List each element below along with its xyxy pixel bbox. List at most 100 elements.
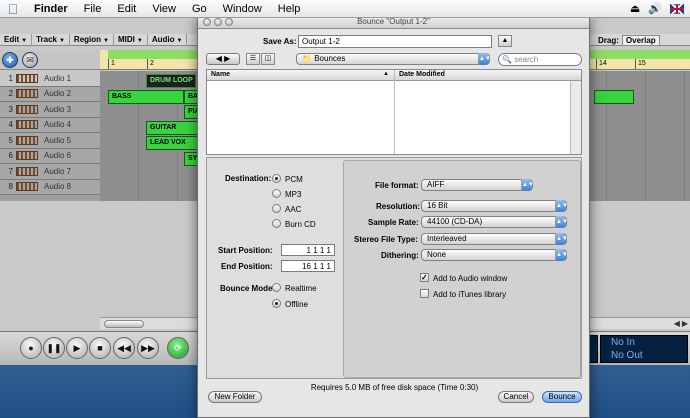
chevron-down-icon: ▲▼ [555,200,568,212]
destination-mp3-label: MP3 [285,190,302,199]
expand-collapse-icon[interactable]: ▲ [498,35,512,47]
column-header-name[interactable]: Name [211,71,230,78]
track-header[interactable]: 1 Audio 1 [0,71,100,87]
column-view-icon[interactable]: ◫ [261,53,275,65]
list-view-icon[interactable]: ☰ [246,53,260,65]
browser-vertical-scrollbar[interactable] [570,81,581,154]
drag-mode: Drag: Overlap [598,34,690,46]
add-to-itunes-checkbox[interactable] [420,289,429,298]
eject-icon[interactable]: ⏏ [630,2,640,15]
menu-view[interactable]: View [144,3,184,15]
add-to-audio-window-label: Add to Audio window [433,274,508,283]
local-menu-track-label: Track [36,34,57,44]
search-field[interactable]: 🔍 search [498,53,582,66]
track-header[interactable]: 2 Audio 2 [0,86,100,102]
start-position-field[interactable]: 1 1 1 1 [281,244,335,256]
destination-burn-cd-radio[interactable] [272,219,281,228]
file-format-label: File format: [375,181,419,190]
sample-rate-popup[interactable]: 44100 (CD-DA) ▲▼ [421,216,568,228]
end-position-field[interactable]: 16 1 1 1 [281,260,335,272]
menu-file[interactable]: File [76,3,110,15]
chevron-down-icon: ▲▼ [555,249,568,261]
format-settings-box: File format: AIFF ▲▼ Resolution: 16 Bit … [343,160,581,378]
destination-mp3-radio[interactable] [272,189,281,198]
bounce-mode-realtime-label: Realtime [285,284,317,293]
menu-finder[interactable]: Finder [26,3,76,15]
end-position-label: End Position: [221,262,273,271]
region-bass[interactable]: BASS [108,90,184,104]
menu-window[interactable]: Window [215,3,270,15]
destination-aac-label: AAC [285,205,302,214]
audio-track-icon [16,104,38,114]
add-to-audio-window-checkbox[interactable]: ✓ [420,273,429,282]
scroll-right-icon[interactable]: ▶ [682,319,688,328]
audio-track-icon [16,151,38,161]
track-header[interactable]: 5 Audio 5 [0,133,100,149]
back-forward-buttons[interactable]: ◀ ▶ [206,53,240,65]
input-language-flag-icon[interactable] [670,3,684,14]
location-popup[interactable]: 📁 Bounces ▲▼ [296,53,491,65]
file-browser[interactable]: Name ▲ Date Modified [206,69,582,156]
cancel-button[interactable]: Cancel [498,391,534,403]
apple-menu-icon[interactable]:  [0,1,26,17]
track-name: Audio 8 [44,182,72,192]
ruler-bar-15: 15 [635,59,646,69]
stereo-file-type-popup[interactable]: Interleaved ▲▼ [421,233,568,245]
resolution-label: Resolution: [376,202,420,211]
minimize-icon[interactable] [214,18,222,26]
track-header[interactable]: 8 Audio 8 [0,179,100,195]
region-drum-loop[interactable]: DRUM LOOP [146,74,196,88]
destination-pcm-radio[interactable] [272,174,281,183]
region-guitar[interactable]: GUITAR [146,121,204,135]
audio-track-icon [16,120,38,130]
bounce-dialog: Bounce "Output 1-2" Save As: Output 1-2 … [197,14,590,418]
file-format-value: AIFF [427,180,445,189]
resolution-popup[interactable]: 16 Bit ▲▼ [421,200,568,212]
volume-icon[interactable]: 🔊 [648,2,662,15]
destination-pcm-label: PCM [285,175,303,184]
menu-edit[interactable]: Edit [109,3,144,15]
track-number: 1 [8,73,13,83]
bounce-button[interactable]: Bounce [542,391,582,403]
audio-track-icon [16,89,38,99]
local-menu-region[interactable]: Region ▼ [70,33,114,46]
close-icon[interactable] [203,18,211,26]
local-menu-audio[interactable]: Audio ▼ [148,33,188,46]
menu-go[interactable]: Go [184,3,215,15]
bounce-mode-realtime-radio[interactable] [272,283,281,292]
track-number: 7 [8,166,13,176]
chevron-down-icon: ▲▼ [555,216,568,228]
track-name: Audio 4 [44,120,72,130]
local-menu-edit[interactable]: Edit ▼ [0,33,33,46]
region-bass-end[interactable] [594,90,634,104]
stereo-file-type-value: Interleaved [427,234,467,243]
scroll-left-icon[interactable]: ◀ [674,319,680,328]
destination-burn-cd-label: Burn CD [285,220,316,229]
column-header-date-modified[interactable]: Date Modified [399,71,445,78]
track-header[interactable]: 3 Audio 3 [0,102,100,118]
file-format-popup[interactable]: AIFF ▲▼ [421,179,534,191]
track-header[interactable]: 7 Audio 7 [0,164,100,180]
link-tool-icon[interactable]: ✉ [22,52,38,68]
bounce-mode-offline-radio[interactable] [272,299,281,308]
destination-aac-radio[interactable] [272,204,281,213]
bounce-mode-offline-label: Offline [285,300,308,309]
ruler-bar-14: 14 [596,59,607,69]
local-menu-midi-label: MIDI [117,34,135,44]
new-folder-button[interactable]: New Folder [208,391,262,403]
menu-help[interactable]: Help [270,3,309,15]
drag-mode-select[interactable]: Overlap [621,34,660,46]
dithering-popup[interactable]: None ▲▼ [421,249,568,261]
local-menu-midi[interactable]: MIDI ▼ [114,33,148,46]
track-header[interactable]: 4 Audio 4 [0,117,100,133]
pointer-tool-icon[interactable]: ✚ [2,52,18,68]
bounce-mode-label: Bounce Mode: [220,284,276,293]
zoom-icon[interactable] [225,18,233,26]
save-as-field[interactable]: Output 1-2 [298,35,492,48]
track-list: 1 Audio 1 2 Audio 2 3 Audio 3 4 Audio 4 5 Aud… [0,71,100,201]
sample-rate-value: 44100 (CD-DA) [427,217,483,226]
scrollbar-thumb[interactable] [104,320,144,328]
track-header[interactable]: 6 Audio 6 [0,148,100,164]
region-lead-vox[interactable]: LEAD VOX [146,136,204,150]
local-menu-track[interactable]: Track ▼ [32,33,70,46]
